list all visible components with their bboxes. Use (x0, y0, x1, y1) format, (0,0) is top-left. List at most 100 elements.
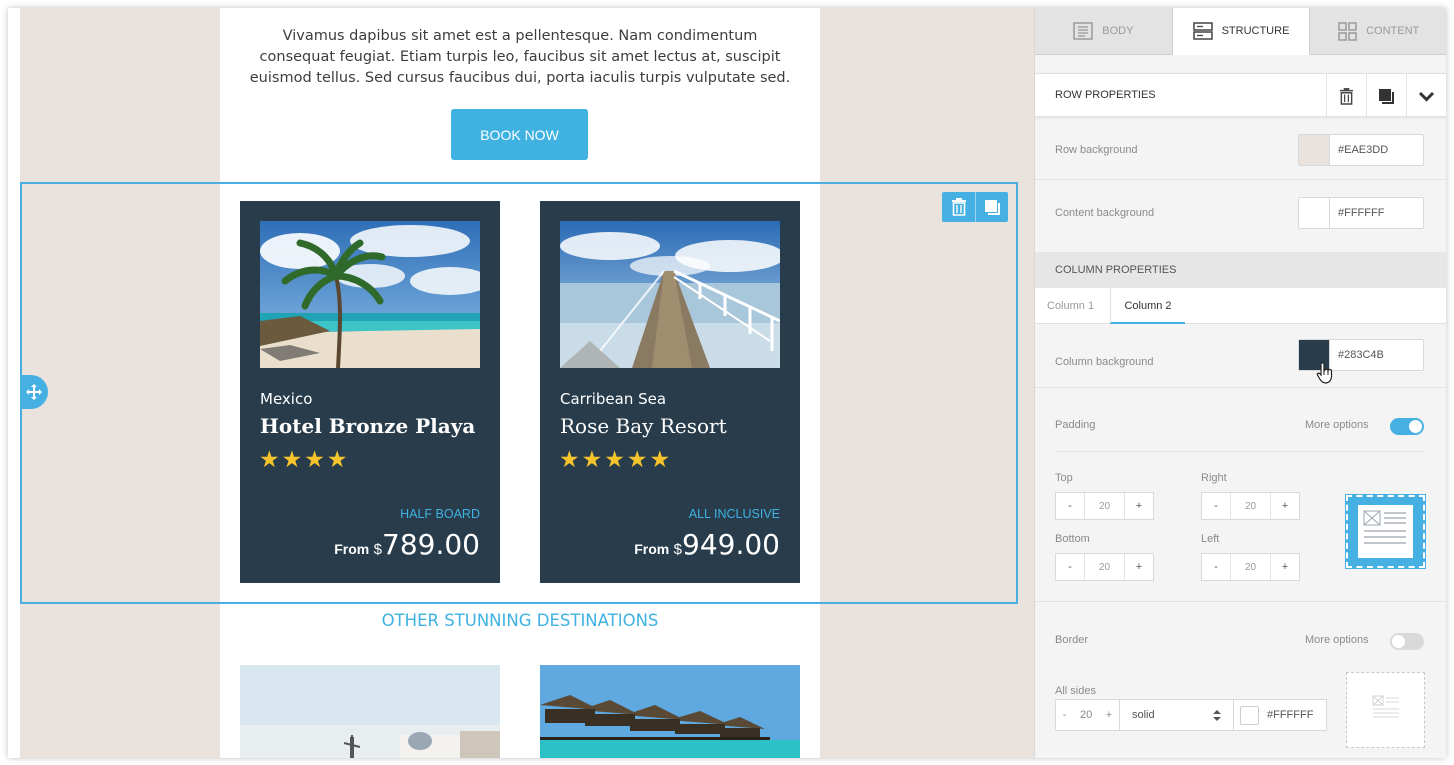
other-destinations-section: OTHER STUNNING DESTINATIONS (220, 604, 820, 758)
row-properties-title: ROW PROPERTIES (1055, 89, 1156, 101)
column-background-setting: Column background #283C4B (1035, 324, 1446, 388)
duplicate-row-button[interactable] (975, 192, 1008, 222)
card-hotel-name: Hotel Bronze Playa (260, 414, 476, 438)
padding-left-value[interactable]: 20 (1230, 554, 1271, 580)
editor-window: Vivamus dapibus sit amet est a pellentes… (8, 8, 1446, 758)
hotel-card-2[interactable]: Carribean Sea Rose Bay Resort ★★★★★ ALL … (540, 201, 800, 583)
padding-bottom-value[interactable]: 20 (1084, 554, 1125, 580)
santorini-image (240, 665, 500, 758)
padding-bottom-decrement[interactable]: - (1056, 554, 1084, 580)
card-price: From $949.00 (634, 528, 780, 561)
border-more-options-toggle[interactable] (1390, 633, 1424, 650)
price-currency: $ (373, 541, 383, 558)
water-bungalows-image (540, 665, 800, 758)
row-background-hex: #EAE3DD (1338, 144, 1389, 156)
padding-bottom-stepper: - 20 + (1055, 553, 1154, 581)
duplicate-icon (984, 199, 1000, 215)
content-background-setting: Content background #FFFFFF (1035, 180, 1446, 252)
border-style-value: solid (1132, 709, 1155, 721)
padding-preview (1345, 494, 1426, 569)
padding-right-decrement[interactable]: - (1202, 493, 1230, 519)
board-plan: ALL INCLUSIVE (688, 507, 780, 521)
border-style-select[interactable]: solid (1120, 700, 1234, 730)
price-from-label: From (634, 541, 670, 557)
card-hotel-name: Rose Bay Resort (560, 414, 727, 438)
padding-right-increment[interactable]: + (1271, 493, 1299, 519)
border-label: Border (1055, 634, 1089, 646)
star-rating: ★★★★★ (559, 446, 673, 472)
row-drag-handle[interactable] (20, 375, 48, 409)
border-all-sides-label: All sides (1055, 685, 1096, 697)
duplicate-row-panel-button[interactable] (1366, 74, 1406, 118)
layout-preview-icon (1372, 695, 1399, 718)
padding-bottom-increment[interactable]: + (1125, 554, 1153, 580)
price-amount: 789.00 (382, 528, 480, 561)
tab-column-2[interactable]: Column 2 (1110, 288, 1185, 324)
star-rating: ★★★★ (259, 446, 350, 472)
padding-top-stepper: - 20 + (1055, 492, 1154, 520)
card-location: Carribean Sea (560, 390, 667, 408)
padding-divider (1055, 451, 1424, 452)
border-width-stepper: - 20 + (1056, 700, 1120, 730)
delete-row-panel-button[interactable] (1326, 74, 1366, 118)
padding-top-decrement[interactable]: - (1056, 493, 1084, 519)
border-width-increment[interactable]: + (1106, 709, 1112, 721)
content-background-color-field[interactable]: #FFFFFF (1298, 197, 1424, 229)
border-color-field[interactable]: #FFFFFF (1234, 700, 1326, 730)
border-color-swatch[interactable] (1240, 705, 1259, 725)
board-plan: HALF BOARD (400, 507, 480, 521)
properties-panel: BODY STRUCTURE CONTENT ROW PROPERTIES Ro… (1034, 8, 1446, 758)
content-background-swatch[interactable] (1299, 198, 1330, 228)
padding-left-decrement[interactable]: - (1202, 554, 1230, 580)
panel-body: ROW PROPERTIES Row background #EAE3DD Co… (1035, 55, 1446, 758)
section-heading: OTHER STUNNING DESTINATIONS (381, 611, 659, 630)
card-price: From $789.00 (334, 528, 480, 561)
chevron-down-icon (1418, 91, 1435, 102)
padding-right-label: Right (1201, 472, 1227, 484)
email-canvas: Vivamus dapibus sit amet est a pellentes… (20, 8, 1034, 758)
tab-content[interactable]: CONTENT (1310, 8, 1446, 55)
selected-row[interactable]: Mexico Hotel Bronze Playa ★★★★ HALF BOAR… (20, 182, 1018, 604)
row-background-color-field[interactable]: #EAE3DD (1298, 134, 1424, 166)
trash-icon (951, 198, 966, 216)
structure-icon (1192, 22, 1213, 40)
padding-top-increment[interactable]: + (1125, 493, 1153, 519)
border-more-options-label: More options (1305, 634, 1369, 646)
border-width-decrement[interactable]: - (1063, 709, 1067, 721)
padding-left-stepper: - 20 + (1201, 553, 1300, 581)
duplicate-icon (1379, 88, 1394, 104)
tab-column-1[interactable]: Column 1 (1047, 288, 1094, 324)
padding-right-stepper: - 20 + (1201, 492, 1300, 520)
content-grid-icon (1338, 21, 1357, 41)
hotel-card-1[interactable]: Mexico Hotel Bronze Playa ★★★★ HALF BOAR… (240, 201, 500, 583)
tab-structure[interactable]: STRUCTURE (1172, 8, 1311, 55)
padding-more-options-toggle[interactable] (1390, 418, 1424, 435)
move-icon (26, 384, 42, 400)
padding-left-increment[interactable]: + (1271, 554, 1299, 580)
hand-pointer-icon (1316, 362, 1333, 384)
column-properties-title: COLUMN PROPERTIES (1055, 264, 1177, 276)
layout-preview-icon (1358, 505, 1413, 558)
content-background-hex: #FFFFFF (1338, 207, 1385, 219)
row-background-label: Row background (1055, 144, 1138, 156)
intro-paragraph: Vivamus dapibus sit amet est a pellentes… (249, 28, 791, 86)
padding-label: Padding (1055, 419, 1096, 431)
row-action-bar (942, 192, 1008, 222)
row-background-swatch[interactable] (1299, 135, 1330, 165)
tab-content-label: CONTENT (1366, 25, 1420, 37)
padding-left-label: Left (1201, 533, 1220, 545)
column-background-label: Column background (1055, 356, 1154, 368)
book-now-button[interactable]: BOOK NOW (451, 109, 588, 160)
border-preview (1346, 672, 1425, 748)
column-background-hex: #283C4B (1338, 349, 1384, 361)
border-width-value[interactable]: 20 (1080, 709, 1092, 721)
select-arrows-icon (1213, 709, 1221, 721)
row-properties-header: ROW PROPERTIES (1035, 73, 1446, 118)
tab-body[interactable]: BODY (1035, 8, 1173, 55)
price-from-label: From (334, 541, 370, 557)
delete-row-button[interactable] (942, 192, 975, 222)
body-icon (1073, 22, 1093, 40)
padding-right-value[interactable]: 20 (1230, 493, 1271, 519)
collapse-row-properties-button[interactable] (1406, 74, 1446, 118)
padding-top-value[interactable]: 20 (1084, 493, 1125, 519)
